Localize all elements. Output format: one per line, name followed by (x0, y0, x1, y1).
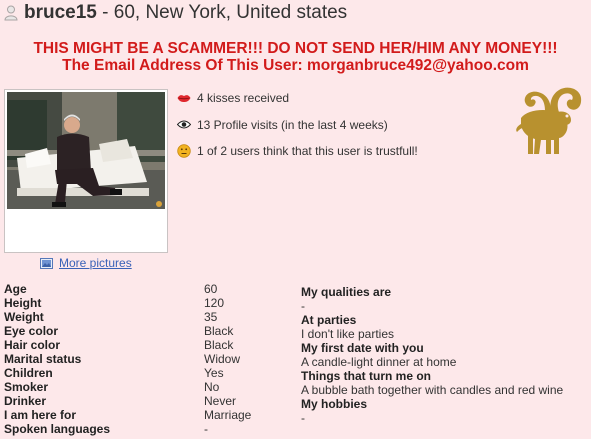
detail-value: Marriage (204, 408, 252, 422)
picture-icon (40, 257, 53, 269)
detail-row: Hair color Black (4, 338, 251, 352)
detail-value: Widow (204, 352, 241, 366)
lips-icon (177, 92, 191, 104)
detail-label: Hair color (4, 338, 61, 352)
detail-value: Black (204, 338, 234, 352)
detail-value: No (204, 380, 220, 394)
detail-value: 35 (204, 310, 218, 324)
detail-value: 120 (204, 296, 225, 310)
username: bruce15 (24, 2, 97, 23)
parties-heading: At parties (301, 313, 357, 327)
detail-value: - (204, 422, 208, 436)
trust-stat: 1 of 2 users think that this user is tru… (177, 144, 418, 158)
more-pictures-label[interactable]: More pictures (59, 256, 132, 270)
detail-label: Spoken languages (4, 422, 111, 436)
detail-value: Yes (204, 366, 224, 380)
detail-label: Drinker (4, 394, 47, 408)
visits-stat: 13 Profile visits (in the last 4 weeks) (177, 118, 418, 132)
smiley-icon (177, 144, 191, 158)
qualities-heading: My qualities are (301, 285, 392, 299)
detail-row: Eye color Black (4, 324, 251, 338)
turn-on-value: A bubble bath together with candles and … (301, 383, 564, 397)
profile-details: Age 60 Height 120 Weight 35 Eye color Black … (4, 282, 251, 436)
detail-row: Height 120 (4, 296, 251, 310)
detail-row: Marital status Widow (4, 352, 251, 366)
user-icon (4, 5, 18, 21)
detail-label: Height (4, 296, 42, 310)
qualities-value: - (301, 299, 305, 313)
scam-warning: THIS MIGHT BE A SCAMMER!!! DO NOT SEND H… (0, 40, 591, 74)
profile-photo[interactable] (7, 92, 165, 209)
detail-value: Never (204, 394, 237, 408)
turn-on-heading: Things that turn me on (301, 369, 431, 383)
detail-label: I am here for (4, 408, 77, 422)
first-date-value: A candle-light dinner at home (301, 355, 457, 369)
scam-email-line: The Email Address Of This User: morganbr… (62, 57, 529, 74)
hobbies-heading: My hobbies (301, 397, 368, 411)
detail-label: Weight (4, 310, 44, 324)
detail-row: Smoker No (4, 380, 251, 394)
detail-label: Marital status (4, 352, 82, 366)
kisses-text: 4 kisses received (197, 91, 290, 105)
detail-label: Children (4, 366, 53, 380)
detail-label: Smoker (4, 380, 49, 394)
profile-header: bruce15 - 60, New York, United states (4, 1, 347, 25)
detail-row: Weight 35 (4, 310, 251, 324)
kisses-stat: 4 kisses received (177, 91, 418, 105)
parties-value: I don't like parties (301, 327, 395, 341)
detail-row: I am here for Marriage (4, 408, 251, 422)
detail-label: Age (4, 282, 27, 296)
profile-stats: 4 kisses received 13 Profile visits (in … (177, 91, 418, 171)
profile-summary: - 60, New York, United states (96, 2, 348, 23)
trust-text: 1 of 2 users think that this user is tru… (197, 144, 418, 158)
more-pictures-link[interactable]: More pictures (40, 256, 132, 270)
profile-qualities: My qualities are - At parties I don't li… (301, 285, 563, 425)
detail-value: Black (204, 324, 234, 338)
hobbies-value: - (301, 411, 305, 425)
aries-icon (513, 84, 585, 158)
detail-row: Drinker Never (4, 394, 251, 408)
profile-photo-frame (4, 89, 168, 253)
detail-label: Eye color (4, 324, 59, 338)
scam-warning-line: THIS MIGHT BE A SCAMMER!!! DO NOT SEND H… (33, 40, 558, 57)
first-date-heading: My first date with you (301, 341, 424, 355)
profile-title: bruce15 - 60, New York, United states (24, 2, 347, 24)
detail-row: Spoken languages - (4, 422, 251, 436)
detail-value: 60 (204, 282, 218, 296)
detail-row: Children Yes (4, 366, 251, 380)
eye-icon (177, 119, 191, 131)
detail-row: Age 60 (4, 282, 251, 296)
visits-text: 13 Profile visits (in the last 4 weeks) (197, 117, 388, 132)
